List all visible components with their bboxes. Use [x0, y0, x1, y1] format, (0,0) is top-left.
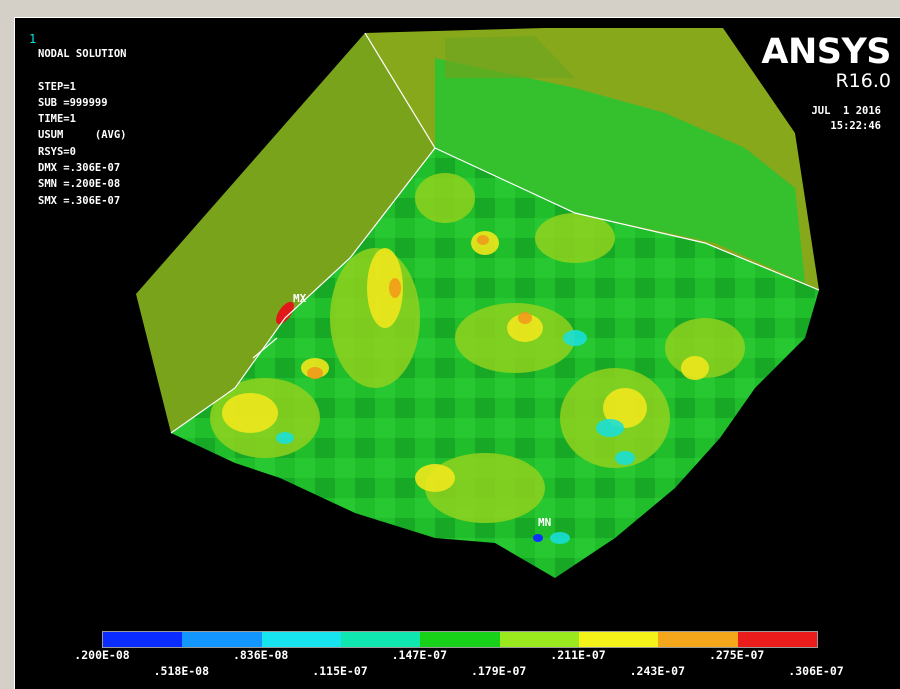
graphics-window: 1 NODAL SOLUTION STEP=1 SUB =999999 TIME=1…: [0, 0, 900, 689]
info-line: SUB =999999: [38, 96, 108, 109]
legend-swatch: [103, 632, 183, 647]
contour-plot: [136, 28, 820, 578]
legend-swatch: [737, 632, 817, 647]
window-number: 1: [29, 32, 37, 46]
legend-swatch: [578, 632, 659, 647]
ansys-version: R16.0: [835, 70, 891, 92]
info-line: [38, 62, 127, 78]
legend-swatch: [658, 632, 738, 647]
legend-swatch: [340, 632, 421, 647]
min-marker: MN: [538, 516, 552, 529]
graphics-viewport[interactable]: 1 NODAL SOLUTION STEP=1 SUB =999999 TIME=1…: [14, 17, 900, 689]
info-line: USUM (AVG): [38, 129, 127, 142]
info-line: NODAL SOLUTION: [38, 48, 127, 60]
legend-swatch: [261, 632, 341, 647]
info-line: STEP=1: [38, 80, 76, 93]
info-line: SMX =.306E-07: [38, 194, 121, 207]
min-coldspot: [533, 534, 543, 542]
contour-legend-bar: [102, 631, 818, 648]
time-text: 15:22:46: [830, 120, 881, 132]
info-line: RSYS=0: [38, 145, 76, 158]
info-line: DMX =.306E-07: [38, 162, 121, 175]
legend-swatch: [499, 632, 579, 647]
info-line: TIME=1: [38, 113, 76, 126]
date-text: JUL 1 2016: [811, 105, 881, 117]
ansys-logo: ANSYS: [761, 32, 891, 72]
max-marker: MX: [293, 292, 307, 305]
nodal-solution-info: NODAL SOLUTION STEP=1 SUB =999999 TIME=1 US…: [38, 46, 127, 209]
date-time-stamp: JUL 1 2016 15:22:46: [811, 104, 881, 134]
legend-swatch: [420, 632, 500, 647]
info-line: SMN =.200E-08: [38, 178, 121, 191]
legend-swatch: [182, 632, 262, 647]
